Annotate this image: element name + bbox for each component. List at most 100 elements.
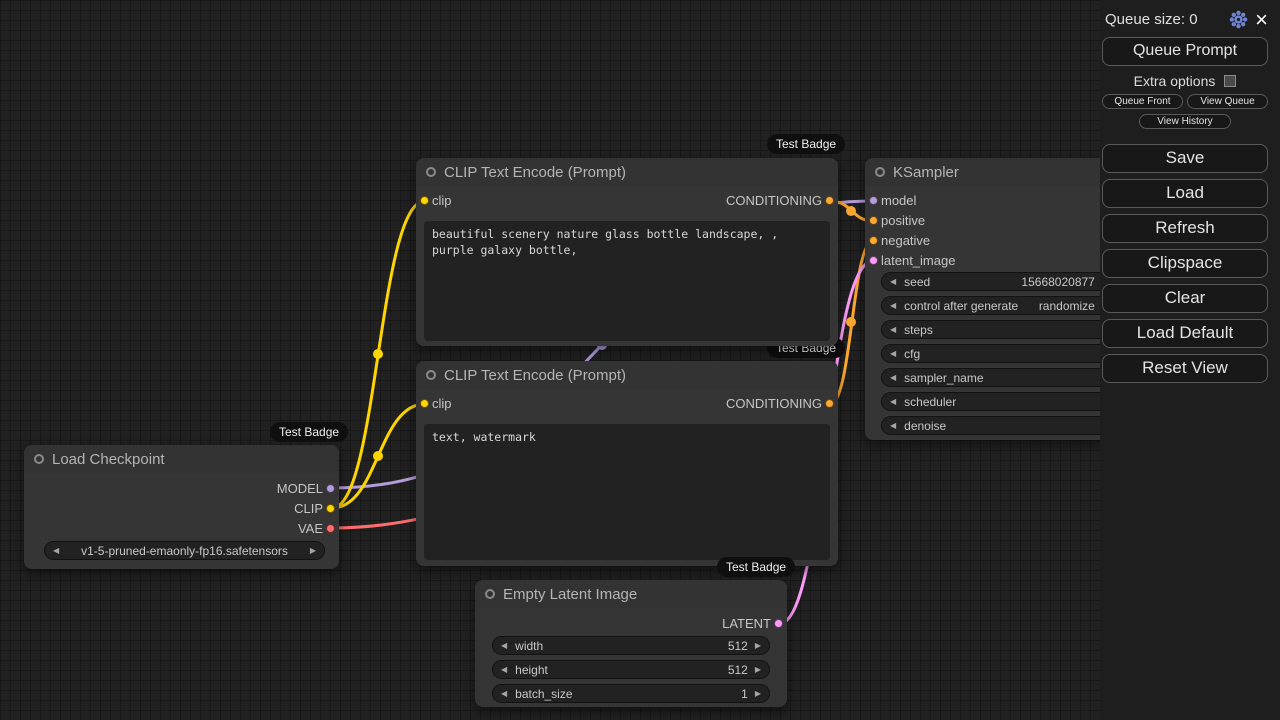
- decrement-arrow-icon[interactable]: ◀: [890, 301, 896, 310]
- decrement-arrow-icon[interactable]: ◀: [890, 397, 896, 406]
- decrement-arrow-icon[interactable]: ◀: [890, 325, 896, 334]
- decrement-arrow-icon[interactable]: ◀: [890, 349, 896, 358]
- input-slot-positive[interactable]: [869, 216, 878, 225]
- link-dot-cond-2: [846, 317, 856, 327]
- widget-value: 512: [727, 638, 748, 653]
- reset-view-button[interactable]: Reset View: [1102, 354, 1268, 383]
- node-collapse-dot[interactable]: [34, 454, 44, 464]
- input-slot-model[interactable]: [869, 196, 878, 205]
- node-clip-text-encode-positive[interactable]: CLIP Text Encode (Prompt) clip CONDITION…: [416, 158, 838, 346]
- save-button[interactable]: Save: [1102, 144, 1268, 173]
- output-slot-conditioning[interactable]: [825, 196, 834, 205]
- node-header[interactable]: CLIP Text Encode (Prompt): [416, 158, 838, 186]
- queue-front-button[interactable]: Queue Front: [1102, 94, 1183, 109]
- widget-value: randomize: [1038, 298, 1095, 313]
- clear-button[interactable]: Clear: [1102, 284, 1268, 313]
- widget-label: scheduler: [904, 394, 957, 409]
- increment-arrow-icon[interactable]: ▶: [755, 641, 761, 650]
- output-slot-conditioning[interactable]: [825, 399, 834, 408]
- seed-widget[interactable]: ◀ seed 15668020877 ▶: [881, 272, 1117, 291]
- link-dot-cond-1: [846, 206, 856, 216]
- output-label-conditioning: CONDITIONING: [725, 396, 822, 411]
- control-after-generate-widget[interactable]: ◀ control after generate randomize ▶: [881, 296, 1117, 315]
- input-label-negative: negative: [881, 233, 931, 248]
- input-label-model: model: [881, 193, 917, 208]
- close-menu-icon[interactable]: ×: [1255, 8, 1268, 30]
- prompt-textarea[interactable]: text, watermark: [424, 424, 830, 560]
- node-collapse-dot[interactable]: [426, 370, 436, 380]
- widget-label: sampler_name: [904, 370, 984, 385]
- node-title: CLIP Text Encode (Prompt): [444, 163, 627, 181]
- node-header[interactable]: KSampler: [865, 158, 1125, 186]
- input-slot-latent-image[interactable]: [869, 256, 878, 265]
- input-label-clip: clip: [432, 396, 452, 411]
- denoise-widget[interactable]: ◀ denoise ▶: [881, 416, 1117, 435]
- output-slot-clip[interactable]: [326, 504, 335, 513]
- cfg-widget[interactable]: ◀ cfg ▶: [881, 344, 1117, 363]
- node-graph-canvas[interactable]: Test Badge Test Badge Test Badge Test Ba…: [0, 0, 1280, 720]
- clipspace-button[interactable]: Clipspace: [1102, 249, 1268, 278]
- height-widget[interactable]: ◀ height 512 ▶: [492, 660, 770, 679]
- output-slot-latent[interactable]: [774, 619, 783, 628]
- widget-value: 1: [741, 686, 748, 701]
- ckpt-name-value: v1-5-pruned-emaonly-fp16.safetensors: [81, 543, 288, 558]
- output-slot-model[interactable]: [326, 484, 335, 493]
- increment-arrow-icon[interactable]: ▶: [755, 665, 761, 674]
- input-label-latent-image: latent_image: [881, 253, 956, 268]
- input-slot-negative[interactable]: [869, 236, 878, 245]
- increment-arrow-icon[interactable]: ▶: [755, 689, 761, 698]
- settings-gear-icon[interactable]: [1229, 10, 1248, 29]
- width-widget[interactable]: ◀ width 512 ▶: [492, 636, 770, 655]
- node-ksampler[interactable]: KSampler model positive negative latent_…: [865, 158, 1125, 440]
- link-clip-negative: [331, 402, 426, 510]
- node-collapse-dot[interactable]: [485, 589, 495, 599]
- output-label-vae: VAE: [297, 521, 323, 536]
- scheduler-widget[interactable]: ◀ scheduler ▶: [881, 392, 1117, 411]
- output-label-model: MODEL: [276, 481, 323, 496]
- widget-value: 15668020877: [1021, 274, 1095, 289]
- node-clip-text-encode-negative[interactable]: CLIP Text Encode (Prompt) clip CONDITION…: [416, 361, 838, 566]
- output-slot-vae[interactable]: [326, 524, 335, 533]
- prompt-textarea[interactable]: beautiful scenery nature glass bottle la…: [424, 221, 830, 341]
- load-default-button[interactable]: Load Default: [1102, 319, 1268, 348]
- link-clip-positive: [331, 199, 426, 510]
- decrement-arrow-icon[interactable]: ◀: [890, 277, 896, 286]
- queue-prompt-button[interactable]: Queue Prompt: [1102, 37, 1268, 66]
- next-arrow-icon[interactable]: ▶: [310, 546, 316, 555]
- node-header[interactable]: Load Checkpoint: [24, 445, 339, 473]
- load-button[interactable]: Load: [1102, 179, 1268, 208]
- view-queue-button[interactable]: View Queue: [1187, 94, 1268, 109]
- refresh-button[interactable]: Refresh: [1102, 214, 1268, 243]
- node-title: Load Checkpoint: [52, 450, 165, 468]
- extra-options-checkbox[interactable]: [1224, 75, 1237, 87]
- comfy-menu-panel: Queue size: 0 × Queue Prompt Extra optio…: [1100, 0, 1280, 720]
- input-slot-clip[interactable]: [420, 399, 429, 408]
- input-slot-clip[interactable]: [420, 196, 429, 205]
- node-header[interactable]: CLIP Text Encode (Prompt): [416, 361, 838, 389]
- node-badge: Test Badge: [717, 557, 796, 577]
- node-badge: Test Badge: [270, 422, 349, 442]
- link-dot-clip-1: [373, 349, 383, 359]
- steps-widget[interactable]: ◀ steps ▶: [881, 320, 1117, 339]
- view-history-button[interactable]: View History: [1139, 114, 1231, 129]
- prev-arrow-icon[interactable]: ◀: [53, 546, 59, 555]
- decrement-arrow-icon[interactable]: ◀: [501, 665, 507, 674]
- node-badge: Test Badge: [767, 134, 846, 154]
- node-collapse-dot[interactable]: [426, 167, 436, 177]
- decrement-arrow-icon[interactable]: ◀: [890, 421, 896, 430]
- ckpt-name-widget[interactable]: ◀ v1-5-pruned-emaonly-fp16.safetensors ▶: [44, 541, 325, 560]
- output-label-clip: CLIP: [294, 501, 323, 516]
- node-collapse-dot[interactable]: [875, 167, 885, 177]
- decrement-arrow-icon[interactable]: ◀: [501, 689, 507, 698]
- output-label-latent: LATENT: [722, 616, 771, 631]
- sampler-name-widget[interactable]: ◀ sampler_name ▶: [881, 368, 1117, 387]
- decrement-arrow-icon[interactable]: ◀: [501, 641, 507, 650]
- node-header[interactable]: Empty Latent Image: [475, 580, 787, 608]
- node-load-checkpoint[interactable]: Load Checkpoint MODEL CLIP VAE ◀ v1-5-pr…: [24, 445, 339, 569]
- decrement-arrow-icon[interactable]: ◀: [890, 373, 896, 382]
- batch-size-widget[interactable]: ◀ batch_size 1 ▶: [492, 684, 770, 703]
- widget-value: 512: [727, 662, 748, 677]
- node-empty-latent-image[interactable]: Empty Latent Image LATENT ◀ width 512 ▶ …: [475, 580, 787, 707]
- link-dot-clip-2: [373, 451, 383, 461]
- widget-label: width: [515, 638, 544, 653]
